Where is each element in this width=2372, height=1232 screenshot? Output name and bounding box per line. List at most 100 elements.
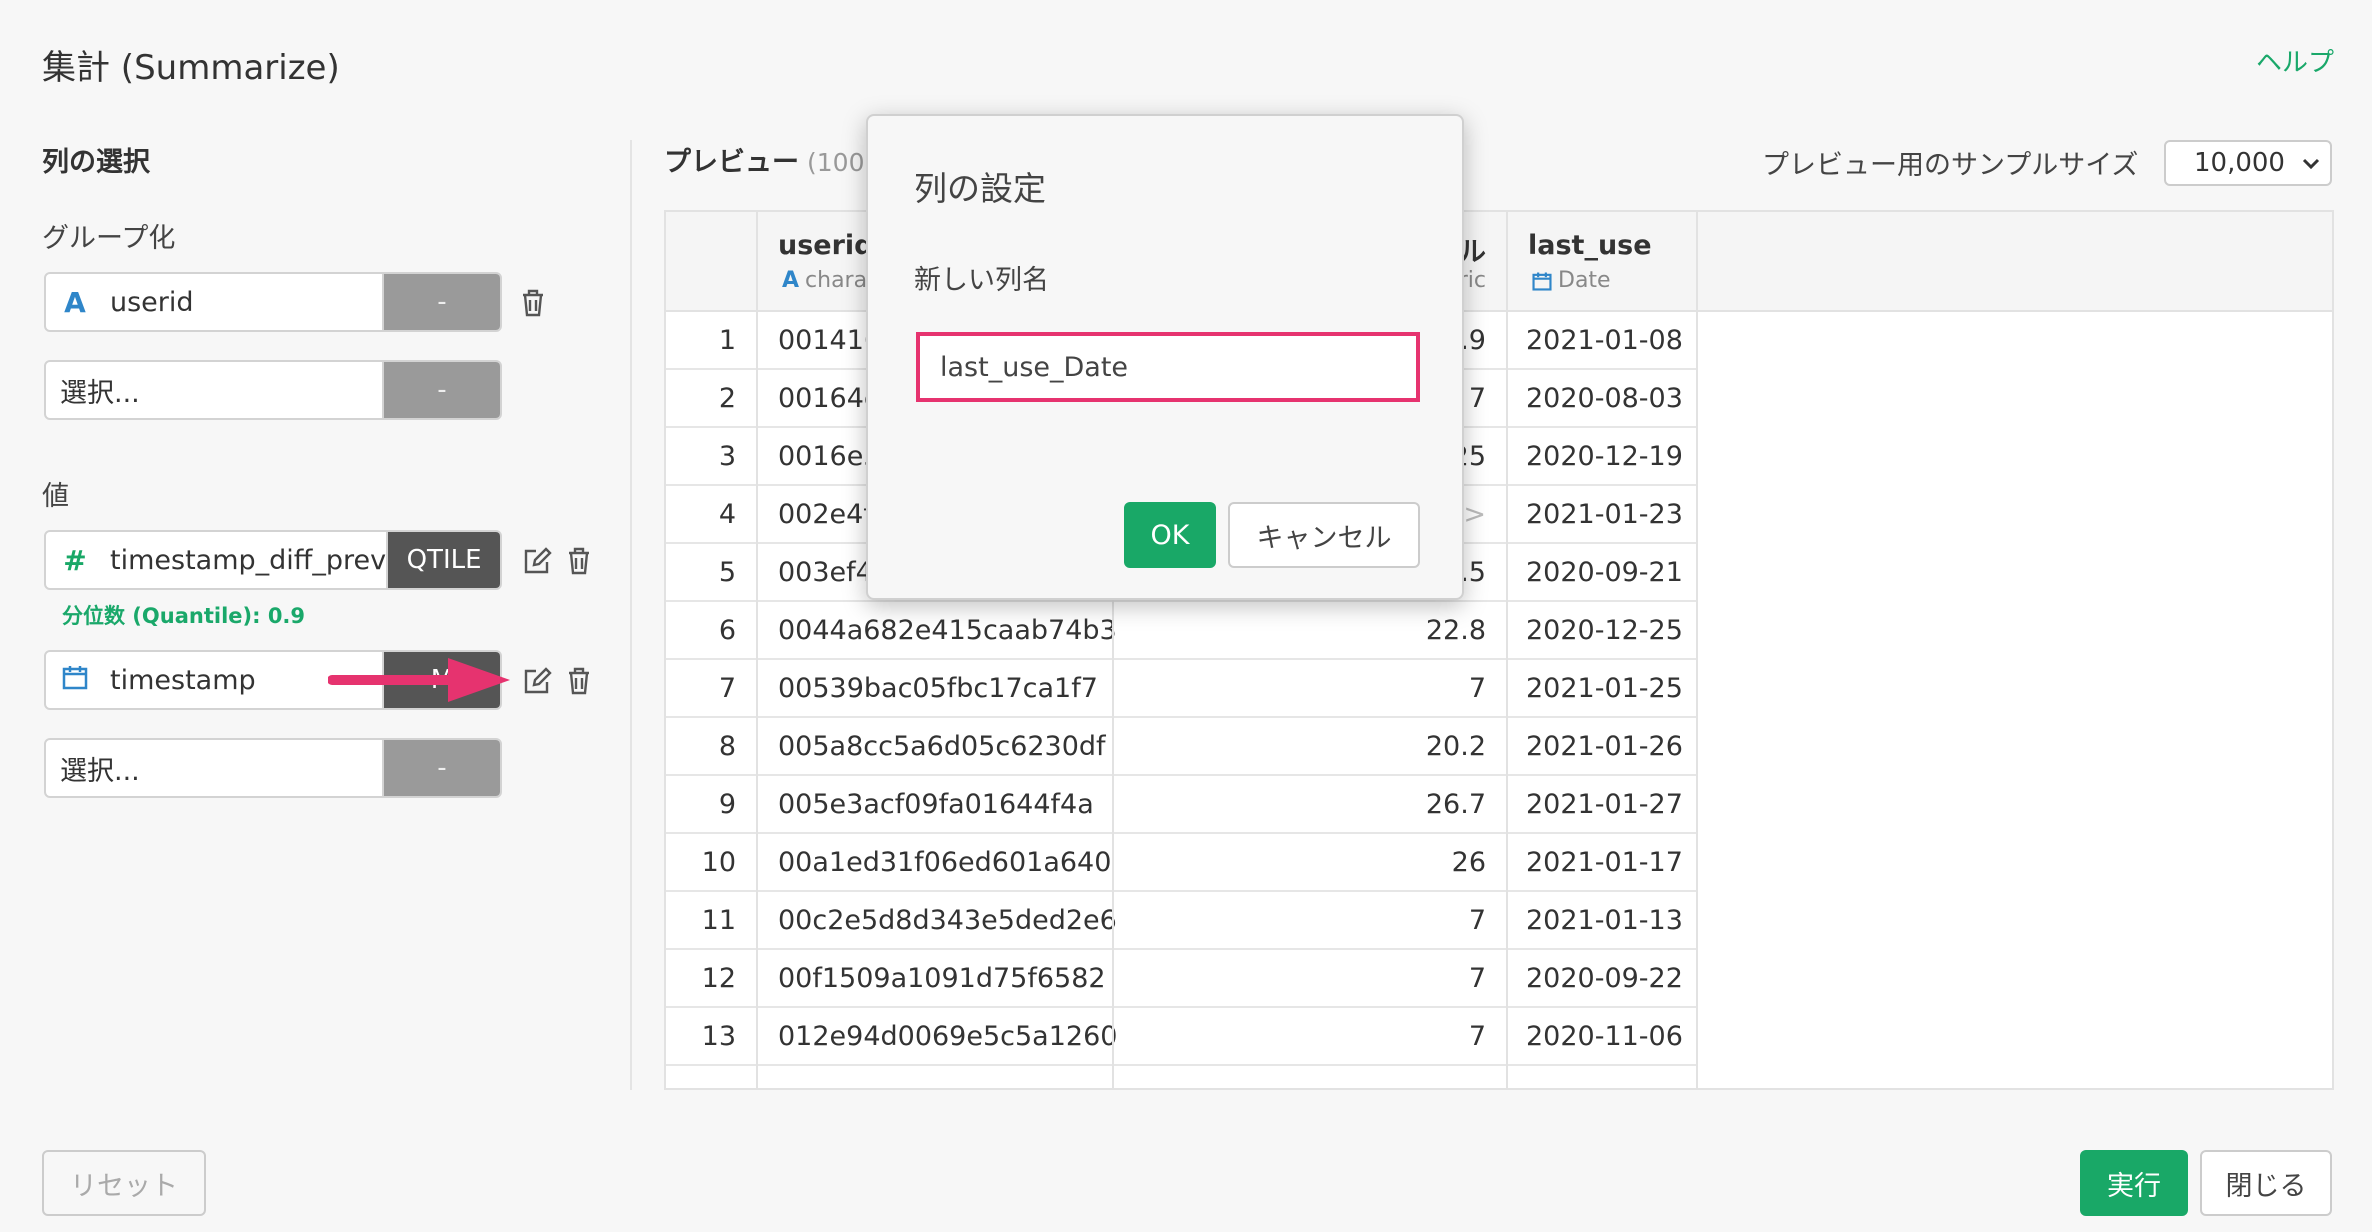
group-field-function-button[interactable]: - <box>382 274 500 330</box>
table-row: 12 00f1509a1091d75f6582 7 2020-09-22 <box>666 950 1696 1008</box>
index-header <box>666 212 758 310</box>
edit-icon[interactable] <box>520 542 554 580</box>
column-divider <box>756 312 758 1088</box>
chevron-down-icon <box>2302 158 2320 170</box>
userid-cell: 0044a682e415caab74b3 <box>778 614 1117 646</box>
trash-icon[interactable] <box>516 284 550 322</box>
calendar-icon <box>60 664 90 697</box>
table-row: 10 00a1ed31f06ed601a640 26 2021-01-17 <box>666 834 1696 892</box>
sample-size-label: プレビュー用のサンプルサイズ <box>1762 150 2139 181</box>
cancel-button[interactable]: キャンセル <box>1228 502 1420 568</box>
group-select-placeholder: 選択... <box>60 377 140 409</box>
column-settings-dialog: 列の設定 新しい列名 last_use_Date OK キャンセル <box>866 114 1464 600</box>
value-cell: 20.2 <box>1425 730 1486 762</box>
panel-divider <box>630 140 632 1090</box>
row-index: 12 <box>701 962 736 994</box>
value-cell: 26.7 <box>1425 788 1486 820</box>
value-cell: 7 <box>1468 904 1486 936</box>
column-type-label: Date <box>1558 268 1611 293</box>
group-by-label: グループ化 <box>42 223 176 254</box>
value-field-select[interactable]: 選択... - <box>44 738 502 798</box>
close-button[interactable]: 閉じる <box>2200 1150 2332 1216</box>
table-row: 6 0044a682e415caab74b3 22.8 2020-12-25 <box>666 602 1696 660</box>
table-row: 8 005a8cc5a6d05c6230df 20.2 2021-01-26 <box>666 718 1696 776</box>
group-select-function-button[interactable]: - <box>382 362 500 418</box>
row-index: 11 <box>701 904 736 936</box>
date-cell: 2020-12-19 <box>1526 440 1683 472</box>
trash-icon[interactable] <box>562 542 596 580</box>
date-cell: 2020-08-03 <box>1526 382 1683 414</box>
group-field-select[interactable]: 選択... - <box>44 360 502 420</box>
date-cell: 2020-09-21 <box>1526 556 1683 588</box>
preview-count: (100 <box>807 148 865 177</box>
reset-button[interactable]: リセット <box>42 1150 206 1216</box>
row-index: 4 <box>718 498 736 530</box>
row-index: 8 <box>718 730 736 762</box>
value-field-timestamp-diff-prev[interactable]: # timestamp_diff_prev QTILE <box>44 530 502 590</box>
group-field-userid[interactable]: A userid - <box>44 272 502 332</box>
preview-title-text: プレビュー <box>664 147 799 178</box>
date-cell: 2021-01-25 <box>1526 672 1683 704</box>
column-divider <box>1696 312 1698 1088</box>
date-cell: 2021-01-17 <box>1526 846 1683 878</box>
trash-icon[interactable] <box>562 662 596 700</box>
column-name: last_use <box>1528 230 1652 261</box>
row-index: 1 <box>718 324 736 356</box>
pointer-arrow-icon <box>328 658 510 702</box>
userid-cell: 00f1509a1091d75f6582 <box>778 962 1106 994</box>
row-index: 7 <box>718 672 736 704</box>
userid-cell: 005e3acf09fa01644f4a <box>778 788 1094 820</box>
dialog-title: 列の設定 <box>914 169 1046 208</box>
column-header-last-use[interactable]: last_use Date <box>1508 212 1698 310</box>
row-index: 13 <box>701 1020 736 1052</box>
table-row: 11 00c2e5d8d343e5ded2e6 7 2021-01-13 <box>666 892 1696 950</box>
preview-title: プレビュー (100 <box>664 140 864 179</box>
userid-cell: 00c2e5d8d343e5ded2e6 <box>778 904 1117 936</box>
qtile-function-button[interactable]: QTILE <box>386 532 500 588</box>
sample-size-value: 10,000 <box>2194 148 2285 178</box>
character-type-icon: A <box>782 268 800 293</box>
userid-cell: 005a8cc5a6d05c6230df <box>778 730 1106 762</box>
row-index: 6 <box>718 614 736 646</box>
value-label: 値 <box>42 481 69 512</box>
column-divider <box>1506 312 1508 1088</box>
userid-cell: 00539bac05fbc17ca1f7 <box>778 672 1098 704</box>
table-row: 9 005e3acf09fa01644f4a 26.7 2021-01-27 <box>666 776 1696 834</box>
calendar-icon <box>1532 272 1552 291</box>
date-cell: 2021-01-26 <box>1526 730 1683 762</box>
page-title: 集計 (Summarize) <box>42 48 340 88</box>
column-selection-title: 列の選択 <box>42 147 150 178</box>
date-cell: 2021-01-13 <box>1526 904 1683 936</box>
character-type-icon: A <box>64 285 86 319</box>
help-link[interactable]: ヘルプ <box>2256 42 2334 79</box>
new-column-name-input[interactable]: last_use_Date <box>916 332 1420 402</box>
value-select-function-button[interactable]: - <box>382 740 500 796</box>
column-type-label: chara <box>805 268 868 293</box>
row-index: 5 <box>718 556 736 588</box>
table-row: 7 00539bac05fbc17ca1f7 7 2021-01-25 <box>666 660 1696 718</box>
row-index: 10 <box>701 846 736 878</box>
run-button[interactable]: 実行 <box>2080 1150 2188 1216</box>
value-cell: 26 <box>1451 846 1486 878</box>
date-cell: 2021-01-08 <box>1526 324 1683 356</box>
row-index: 3 <box>718 440 736 472</box>
sample-size-select[interactable]: 10,000 <box>2164 140 2332 186</box>
value-cell: 7 <box>1468 672 1486 704</box>
date-cell: 2020-09-22 <box>1526 962 1683 994</box>
numeric-type-icon: # <box>63 543 87 577</box>
userid-cell: 012e94d0069e5c5a1260 <box>778 1020 1118 1052</box>
value-cell: 7 <box>1468 962 1486 994</box>
row-index: 2 <box>718 382 736 414</box>
new-column-name-label: 新しい列名 <box>914 265 1049 296</box>
value-field-name: timestamp_diff_prev <box>110 544 387 576</box>
date-cell: 2021-01-27 <box>1526 788 1683 820</box>
value-cell: 22.8 <box>1425 614 1486 646</box>
quantile-note: 分位数 (Quantile): 0.9 <box>62 604 306 628</box>
date-cell: 2021-01-23 <box>1526 498 1683 530</box>
userid-cell: 00a1ed31f06ed601a640 <box>778 846 1112 878</box>
ok-button[interactable]: OK <box>1124 502 1216 568</box>
value-field-name: timestamp <box>110 664 256 696</box>
value-select-placeholder: 選択... <box>60 755 140 787</box>
edit-icon[interactable] <box>520 662 554 700</box>
row-index: 9 <box>718 788 736 820</box>
